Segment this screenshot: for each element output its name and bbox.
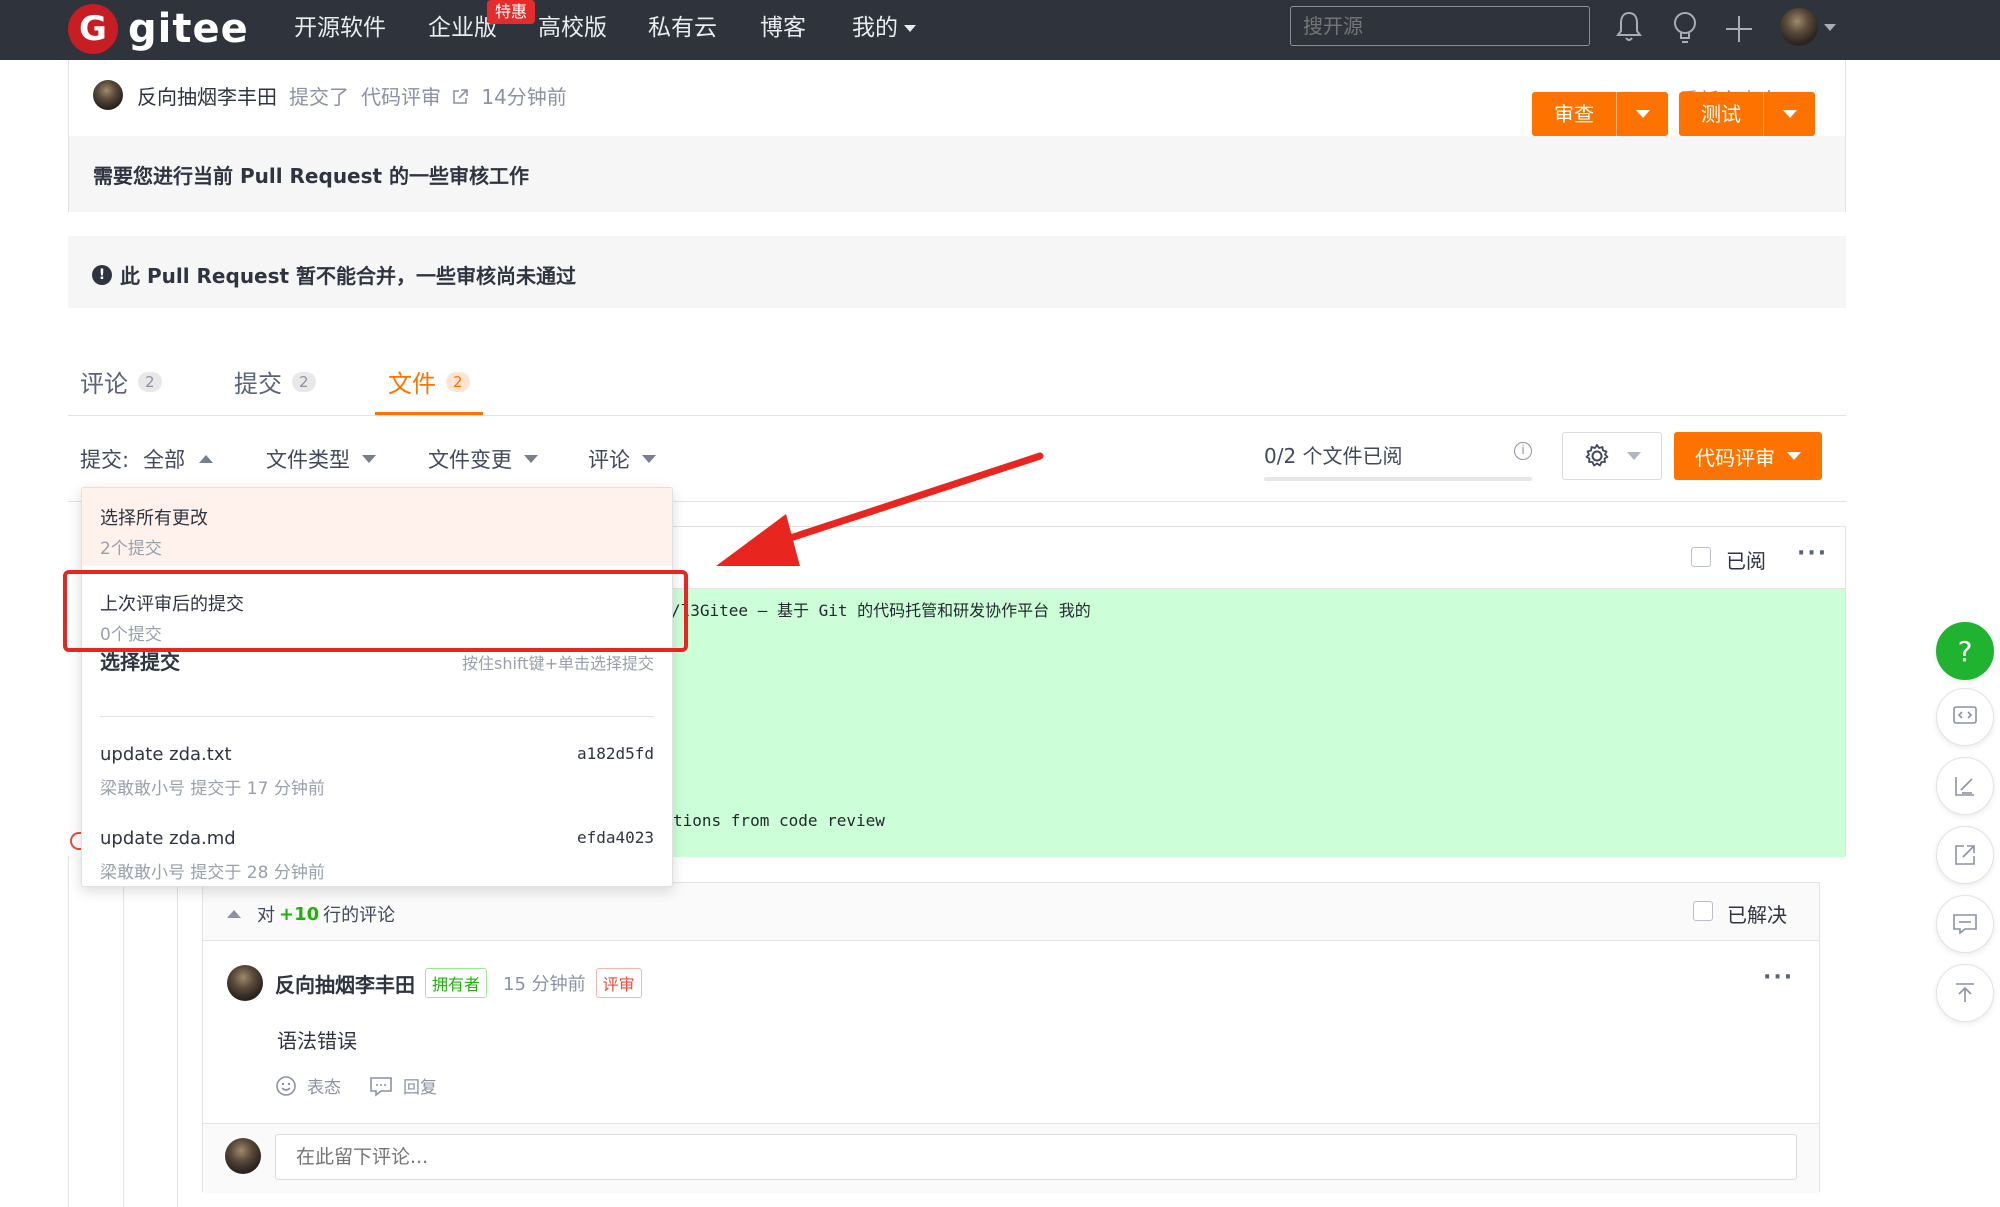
chat-icon: [1953, 914, 1977, 935]
back-to-top-button[interactable]: [1936, 964, 1994, 1022]
arrow-up-icon: [1956, 983, 1974, 1002]
help-button[interactable]: ?: [1936, 622, 1994, 680]
share-icon: [1955, 845, 1975, 865]
edit-icon: [1955, 777, 1974, 796]
code-snippet-button[interactable]: [1936, 688, 1994, 746]
edit-button[interactable]: [1936, 757, 1994, 815]
code-icon: [1953, 706, 1977, 724]
feedback-button[interactable]: [1936, 895, 1994, 953]
annotation-arrow-icon: [716, 452, 1044, 566]
share-button[interactable]: [1936, 826, 1994, 884]
